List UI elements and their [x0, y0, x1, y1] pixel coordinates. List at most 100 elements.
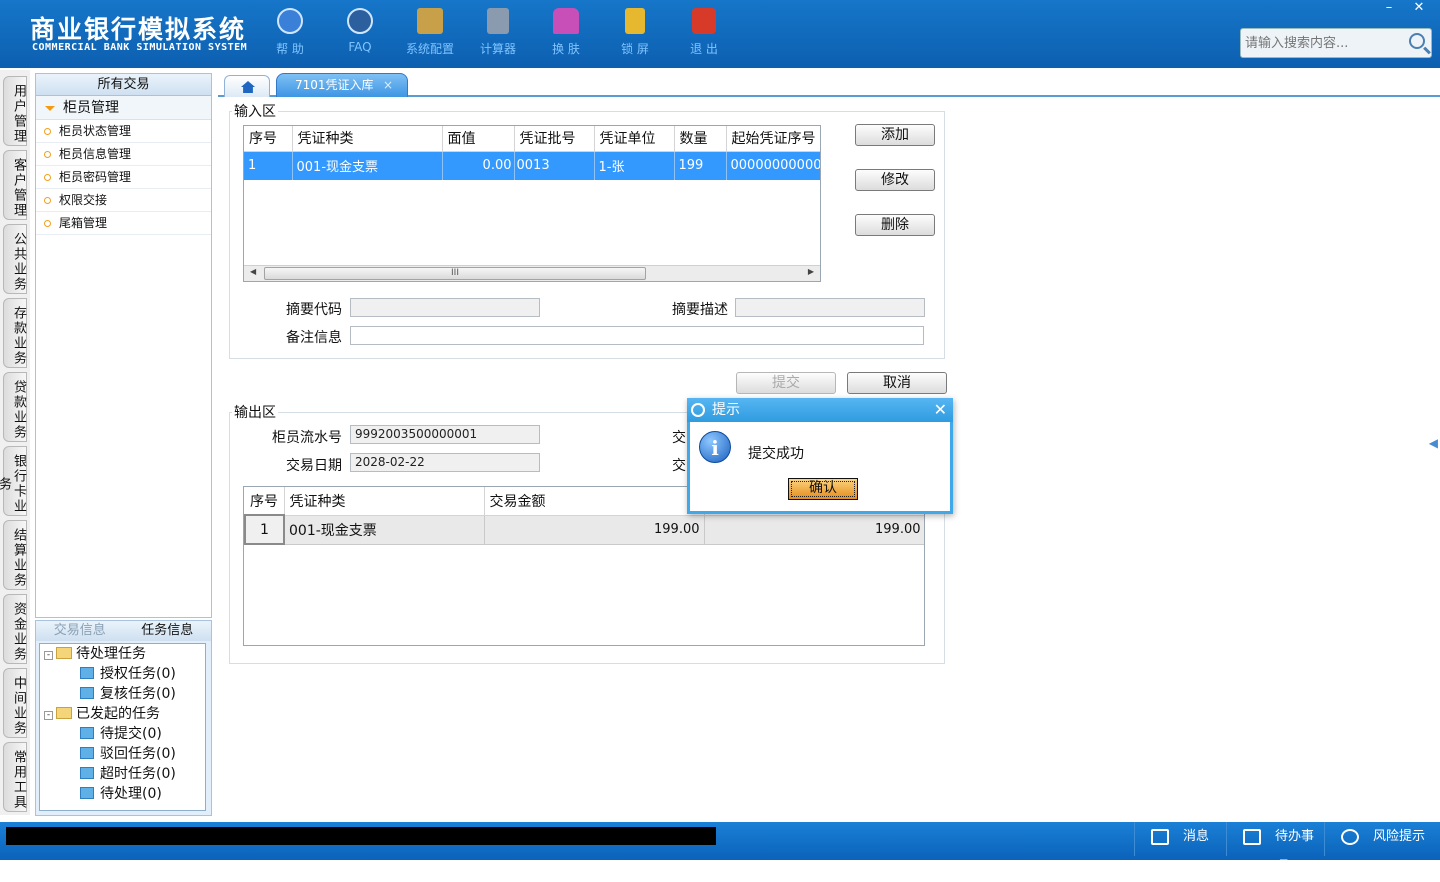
help-icon	[277, 8, 303, 34]
tree-node-timeout[interactable]: 超时任务(0)	[80, 764, 176, 784]
vtab-funds[interactable]: 资金业务	[3, 594, 27, 664]
vtab-public-business[interactable]: 公共业务	[3, 224, 27, 294]
vtab-user-management[interactable]: 用户管理	[3, 76, 27, 146]
task-tree: - 待处理任务 授权任务(0) 复核任务(0) - 已发起的任务 待提交(0) 驳回…	[39, 643, 206, 811]
search-input[interactable]	[1241, 29, 1401, 57]
collapse-icon[interactable]: -	[44, 711, 53, 720]
checkbox-icon	[1243, 829, 1261, 845]
app-subtitle: COMMERCIAL BANK SIMULATION SYSTEM	[32, 42, 248, 53]
table-header: 序号 凭证种类 面值 凭证批号 凭证单位 数量 起始凭证序号	[244, 126, 820, 152]
tree-node-review[interactable]: 复核任务(0)	[80, 684, 176, 704]
cell: 199.00	[704, 515, 924, 545]
transaction-menu: 所有交易 柜员管理 柜员状态管理 柜员信息管理 柜员密码管理 权限交接 尾箱管理	[35, 73, 212, 618]
close-icon[interactable]: ✕	[934, 398, 947, 422]
table-row[interactable]: 1 001-现金支票 0.00 0013 1-张 199 00000000000…	[244, 151, 820, 180]
lock-screen-button[interactable]: 锁 屏	[605, 8, 665, 57]
skin-button[interactable]: 换 肤	[536, 8, 596, 57]
add-button[interactable]: 添加	[855, 124, 935, 146]
table-row[interactable]: 1 001-现金支票 199.00 199.00	[244, 514, 924, 545]
menu-item-teller-password[interactable]: 柜员密码管理	[36, 166, 211, 189]
menu-group-teller[interactable]: 柜员管理	[36, 96, 211, 120]
vtab-tools[interactable]: 常用工具	[3, 742, 27, 812]
col-header: 序号	[245, 487, 285, 516]
help-button[interactable]: 帮 助	[260, 8, 320, 57]
menu-item-teller-status[interactable]: 柜员状态管理	[36, 120, 211, 143]
trade-date-label: 交易日期	[286, 458, 342, 474]
col-header: 面值	[442, 126, 515, 152]
col-header: 数量	[674, 126, 727, 152]
menu-item-permission-handover[interactable]: 权限交接	[36, 189, 211, 212]
exit-button[interactable]: 退 出	[674, 8, 734, 57]
cell: 0013	[514, 151, 595, 180]
todo-button[interactable]: 待办事项	[1226, 822, 1324, 874]
menu-header[interactable]: 所有交易	[36, 74, 211, 96]
trade-date-field: 2028-02-22	[350, 453, 540, 472]
tree-node-initiated[interactable]: - 已发起的任务	[44, 704, 160, 724]
status-bar: 消息 待办事项 风险提示	[0, 822, 1440, 874]
chat-bubble-icon	[1341, 829, 1359, 845]
summary-code-field[interactable]	[350, 298, 540, 317]
close-window-button[interactable]: ✕	[1404, 0, 1434, 18]
vtab-settlement[interactable]: 结算业务	[3, 520, 27, 590]
chevron-left-icon[interactable]: ◀	[1429, 436, 1438, 450]
minimize-button[interactable]: –	[1374, 0, 1404, 18]
summary-code-label: 摘要代码	[286, 302, 342, 318]
teller-serial-field: 9992003500000001	[350, 425, 540, 444]
faq-icon	[347, 8, 373, 34]
cancel-button[interactable]: 取消	[847, 372, 947, 394]
submit-button[interactable]: 提交	[736, 372, 836, 394]
tree-node-to-submit[interactable]: 待提交(0)	[80, 724, 162, 744]
system-config-button[interactable]: 系统配置	[400, 8, 460, 57]
delete-button[interactable]: 删除	[855, 214, 935, 236]
cell: 001-现金支票	[284, 515, 485, 545]
vtab-bank-card[interactable]: 银行卡业务	[0, 446, 27, 516]
status-message-area	[6, 827, 716, 845]
summary-desc-label: 摘要描述	[672, 302, 728, 318]
tab-home[interactable]	[224, 75, 270, 97]
horizontal-scrollbar[interactable]: ◀ III ▶	[244, 265, 820, 281]
teller-serial-label: 柜员流水号	[272, 430, 342, 446]
confirm-button[interactable]: 确认	[788, 478, 858, 500]
message-button[interactable]: 消息	[1134, 822, 1226, 856]
tree-node-rejected[interactable]: 驳回任务(0)	[80, 744, 176, 764]
cell: 0.00	[442, 151, 515, 180]
tab-voucher-stock-in[interactable]: 7101凭证入库 ×	[276, 73, 408, 97]
edit-button[interactable]: 修改	[855, 169, 935, 191]
tree-node-auth[interactable]: 授权任务(0)	[80, 664, 176, 684]
close-tab-icon[interactable]: ×	[383, 74, 393, 96]
faq-button[interactable]: FAQ	[330, 8, 390, 54]
task-panel: 交易信息 任务信息 - 待处理任务 授权任务(0) 复核任务(0) - 已发起的任务…	[35, 620, 212, 816]
col-header: 起始凭证序号	[726, 126, 820, 152]
tree-node-to-process[interactable]: 待处理(0)	[80, 784, 162, 804]
prompt-dialog: 提示 ✕ i 提交成功 确认	[687, 398, 953, 514]
menu-item-teller-info[interactable]: 柜员信息管理	[36, 143, 211, 166]
vtab-intermediary[interactable]: 中间业务	[3, 668, 27, 738]
tab-task-info[interactable]: 任务信息	[123, 621, 211, 641]
collapse-icon[interactable]: -	[44, 651, 53, 660]
calculator-icon	[487, 8, 509, 34]
summary-desc-field[interactable]	[735, 298, 925, 317]
col-header: 交易金额	[484, 487, 705, 516]
scroll-left-icon[interactable]: ◀	[250, 267, 256, 276]
top-banner: 商业银行模拟系统 COMMERCIAL BANK SIMULATION SYST…	[0, 0, 1440, 68]
input-area-legend: 输入区	[234, 104, 276, 120]
app-title: 商业银行模拟系统	[30, 15, 247, 44]
vtab-loan[interactable]: 贷款业务	[3, 372, 27, 442]
vtab-deposit[interactable]: 存款业务	[3, 298, 27, 368]
tree-node-pending[interactable]: - 待处理任务	[44, 644, 146, 664]
risk-alert-button[interactable]: 风险提示	[1324, 822, 1440, 856]
tab-trade-info[interactable]: 交易信息	[36, 621, 124, 641]
scroll-right-icon[interactable]: ▶	[808, 267, 814, 276]
task-icon	[80, 767, 94, 779]
vtab-customer-management[interactable]: 客户管理	[3, 150, 27, 220]
calculator-button[interactable]: 计算器	[468, 8, 528, 57]
output-area-legend: 输出区	[234, 405, 276, 421]
dialog-titlebar[interactable]: 提示 ✕	[687, 398, 953, 422]
trade-field-label: 交	[672, 430, 686, 446]
search-icon[interactable]	[1409, 33, 1425, 49]
menu-item-tail-box[interactable]: 尾箱管理	[36, 212, 211, 235]
remark-field[interactable]	[350, 326, 924, 345]
cell: 000000000000000	[726, 151, 820, 180]
cell: 1	[244, 151, 293, 180]
scroll-thumb[interactable]: III	[264, 267, 646, 280]
